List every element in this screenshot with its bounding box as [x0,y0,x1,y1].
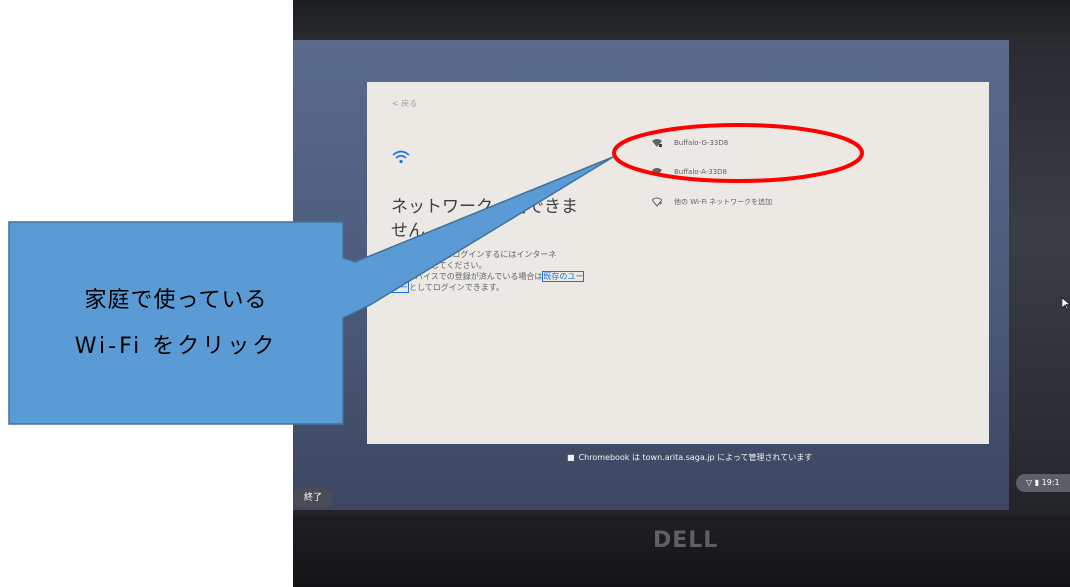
dialog-description: Chromebook にログインするにはインターネ ットに接続してください。 こ… [391,250,585,293]
add-network-label: 他の Wi-Fi ネットワークを追加 [674,198,773,206]
back-link[interactable]: < 戻る [392,98,417,109]
dell-logo: DELL [653,528,719,553]
managed-notice: ■ Chromebook は town.arita.saga.jp によって管理… [567,453,813,462]
dialog-title: ネットワーク 用できま せん [391,197,578,241]
system-tray[interactable]: ▽ ▮ 19:1 [1016,474,1070,492]
mouse-cursor-icon [1062,298,1070,310]
clock: 19:1 [1041,478,1060,487]
highlight-ellipse [612,123,864,183]
wifi-status-icon: ▽ ▮ [1026,478,1040,487]
existing-user-link[interactable]: 既存のユー [542,271,585,282]
exit-button[interactable]: 終了 [293,488,333,508]
callout-text: 家庭で使っている Wi-Fi をクリック [74,288,278,359]
wifi-icon [392,150,410,164]
building-icon: ■ [567,453,575,462]
existing-user-link-cont[interactable]: ザー [391,282,409,293]
wifi-add-icon [652,197,662,207]
add-wifi-network[interactable]: 他の Wi-Fi ネットワークを追加 [652,195,772,209]
